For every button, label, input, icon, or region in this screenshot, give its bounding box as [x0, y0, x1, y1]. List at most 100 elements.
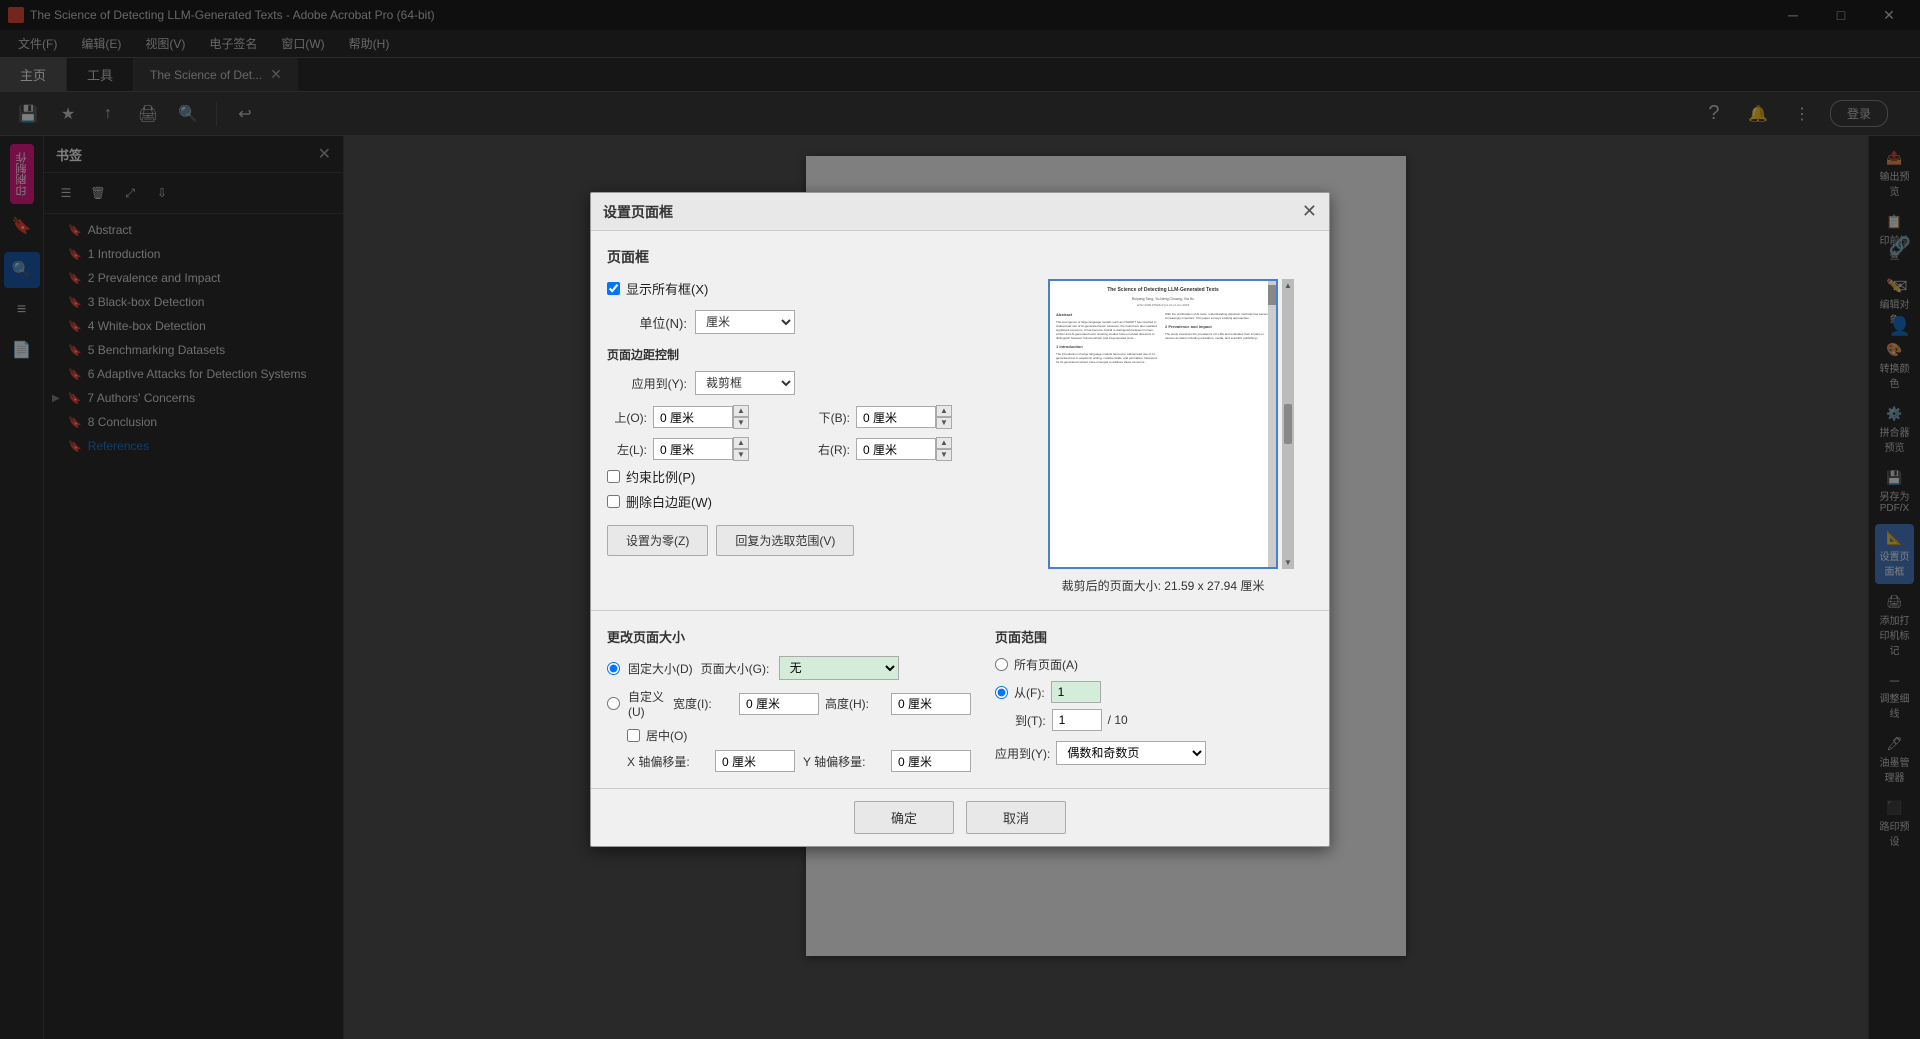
set-zero-button[interactable]: 设置为零(Z) — [607, 525, 708, 556]
left-spinner-up[interactable]: ▲ — [733, 437, 749, 449]
right-input[interactable] — [856, 438, 936, 460]
x-offset-input[interactable] — [715, 750, 795, 772]
apply-to-select[interactable]: 裁剪框 — [695, 371, 795, 395]
bottom-spinner-up[interactable]: ▲ — [936, 405, 952, 417]
show-all-checkbox[interactable] — [607, 282, 620, 295]
preview-container: The Science of Detecting LLM-Generated T… — [1048, 279, 1278, 569]
right-spinner-down[interactable]: ▼ — [936, 449, 952, 461]
bottom-margin-row: 下(B): ▲ ▼ — [810, 405, 997, 429]
confirm-button[interactable]: 确定 — [854, 801, 954, 834]
dialog-close-button[interactable]: ✕ — [1302, 201, 1317, 222]
top-margin-row: 上(O): ▲ ▼ — [607, 405, 794, 429]
dialog-titlebar: 设置页面框 ✕ — [591, 193, 1329, 231]
scroll-down-btn[interactable]: ▼ — [1284, 558, 1292, 567]
apply-to2-label: 应用到(Y): — [995, 745, 1050, 762]
height-label: 高度(H): — [825, 695, 885, 712]
preview-box: The Science of Detecting LLM-Generated T… — [1048, 279, 1278, 569]
fixed-size-label[interactable]: 固定大小(D) — [628, 660, 693, 677]
mini-document: The Science of Detecting LLM-Generated T… — [1050, 281, 1276, 567]
fixed-size-radio[interactable] — [607, 662, 620, 675]
from-radio[interactable] — [995, 686, 1008, 699]
top-input-wrap: ▲ ▼ — [653, 405, 749, 429]
constrain-label[interactable]: 约束比例(P) — [626, 467, 695, 486]
mini-col-right: With the proliferation of AI tools, unde… — [1165, 312, 1270, 365]
height-input[interactable] — [891, 693, 971, 715]
page-range-section: 页面范围 所有页面(A) 从(F): 到(T): / 10 — [995, 627, 1313, 772]
top-spinner-down[interactable]: ▼ — [733, 417, 749, 429]
right-input-wrap: ▲ ▼ — [856, 437, 952, 461]
dialog-bottom: 更改页面大小 固定大小(D) 页面大小(G): 无 — [591, 610, 1329, 788]
bottom-spinner-down[interactable]: ▼ — [936, 417, 952, 429]
center-label[interactable]: 居中(O) — [646, 727, 687, 744]
show-all-label[interactable]: 显示所有框(X) — [626, 279, 708, 298]
x-offset-label: X 轴偏移量: — [627, 753, 707, 770]
apply-to2-select[interactable]: 偶数和奇数页 — [1056, 741, 1206, 765]
mini-col-right-text: With the proliferation of AI tools, unde… — [1165, 312, 1270, 320]
mini-abstract-text: The emergence of large language models s… — [1056, 320, 1161, 341]
custom-size-row: 自定义(U) 宽度(I): 高度(H): — [607, 688, 971, 719]
x-offset-row: X 轴偏移量: Y 轴偏移量: — [627, 750, 971, 772]
mini-doc-authors: Ruiyang Tang, Yu-Neng Chuang, Xia Hu — [1056, 297, 1270, 302]
unit-row: 单位(N): 厘米 — [607, 310, 997, 334]
right-label: 右(R): — [810, 441, 850, 458]
center-checkbox[interactable] — [627, 729, 640, 742]
apply-to-label: 应用到(Y): — [607, 375, 687, 392]
unit-select[interactable]: 厘米 — [695, 310, 795, 334]
all-pages-row: 所有页面(A) — [995, 656, 1313, 673]
bottom-input[interactable] — [856, 406, 936, 428]
bottom-columns: 更改页面大小 固定大小(D) 页面大小(G): 无 — [607, 627, 1313, 772]
width-label: 宽度(I): — [673, 695, 733, 712]
all-pages-label[interactable]: 所有页面(A) — [1014, 656, 1078, 673]
from-label[interactable]: 从(F): — [1014, 684, 1045, 701]
modal-backdrop: 设置页面框 ✕ 页面框 显示所有框(X) 单位(N): — [0, 0, 1920, 1039]
revert-button[interactable]: 回复为选取范围(V) — [716, 525, 854, 556]
constrain-checkbox[interactable] — [607, 470, 620, 483]
mini-abstract-title: Abstract — [1056, 312, 1161, 318]
mini-intro-text: The introduction of large language model… — [1056, 352, 1161, 365]
width-input[interactable] — [739, 693, 819, 715]
top-spinner: ▲ ▼ — [733, 405, 749, 429]
mini-section2-title: 2 Prevalence and Impact — [1165, 324, 1270, 330]
preview-scroll-track: ▲ ▼ — [1282, 279, 1294, 569]
apply-to-row: 应用到(Y): 裁剪框 — [607, 371, 997, 395]
custom-size-radio[interactable] — [607, 697, 620, 710]
right-spinner-up[interactable]: ▲ — [936, 437, 952, 449]
page-size-select[interactable]: 无 — [779, 656, 899, 680]
bottom-label: 下(B): — [810, 409, 850, 426]
left-spinner: ▲ ▼ — [733, 437, 749, 461]
change-size-title: 更改页面大小 — [607, 627, 971, 646]
mini-intro-title: 1 Introduction — [1056, 344, 1161, 350]
to-row: 到(T): / 10 — [1015, 709, 1313, 731]
center-row: 居中(O) — [627, 727, 971, 744]
left-label: 左(L): — [607, 441, 647, 458]
page-frame-section-title: 页面框 — [607, 247, 1313, 267]
y-offset-input[interactable] — [891, 750, 971, 772]
mini-col-left: Abstract The emergence of large language… — [1056, 312, 1161, 365]
to-label: 到(T): — [1015, 712, 1046, 729]
custom-size-label[interactable]: 自定义(U) — [628, 688, 665, 719]
mini-doc-columns: Abstract The emergence of large language… — [1056, 312, 1270, 365]
left-spinner-down[interactable]: ▼ — [733, 449, 749, 461]
scroll-up-btn[interactable]: ▲ — [1284, 281, 1292, 290]
dialog-columns: 显示所有框(X) 单位(N): 厘米 页面边距控制 应用到( — [607, 279, 1313, 594]
scroll-thumb — [1284, 404, 1292, 444]
show-all-row: 显示所有框(X) — [607, 279, 997, 298]
from-input[interactable] — [1051, 681, 1101, 703]
remove-white-label[interactable]: 删除白边距(W) — [626, 492, 712, 511]
bottom-input-wrap: ▲ ▼ — [856, 405, 952, 429]
right-margin-row: 右(R): ▲ ▼ — [810, 437, 997, 461]
left-margin-row: 左(L): ▲ ▼ — [607, 437, 794, 461]
remove-white-checkbox[interactable] — [607, 495, 620, 508]
page-box-dialog: 设置页面框 ✕ 页面框 显示所有框(X) 单位(N): — [590, 192, 1330, 847]
to-input[interactable] — [1052, 709, 1102, 731]
left-input[interactable] — [653, 438, 733, 460]
margin-control-section: 页面边距控制 应用到(Y): 裁剪框 上(O): — [607, 346, 997, 556]
custom-dims-row: 宽度(I): 高度(H): — [673, 693, 971, 715]
top-label: 上(O): — [607, 409, 647, 426]
left-input-wrap: ▲ ▼ — [653, 437, 749, 461]
all-pages-radio[interactable] — [995, 658, 1008, 671]
action-buttons-row: 设置为零(Z) 回复为选取范围(V) — [607, 525, 997, 556]
top-input[interactable] — [653, 406, 733, 428]
top-spinner-up[interactable]: ▲ — [733, 405, 749, 417]
cancel-button[interactable]: 取消 — [966, 801, 1066, 834]
